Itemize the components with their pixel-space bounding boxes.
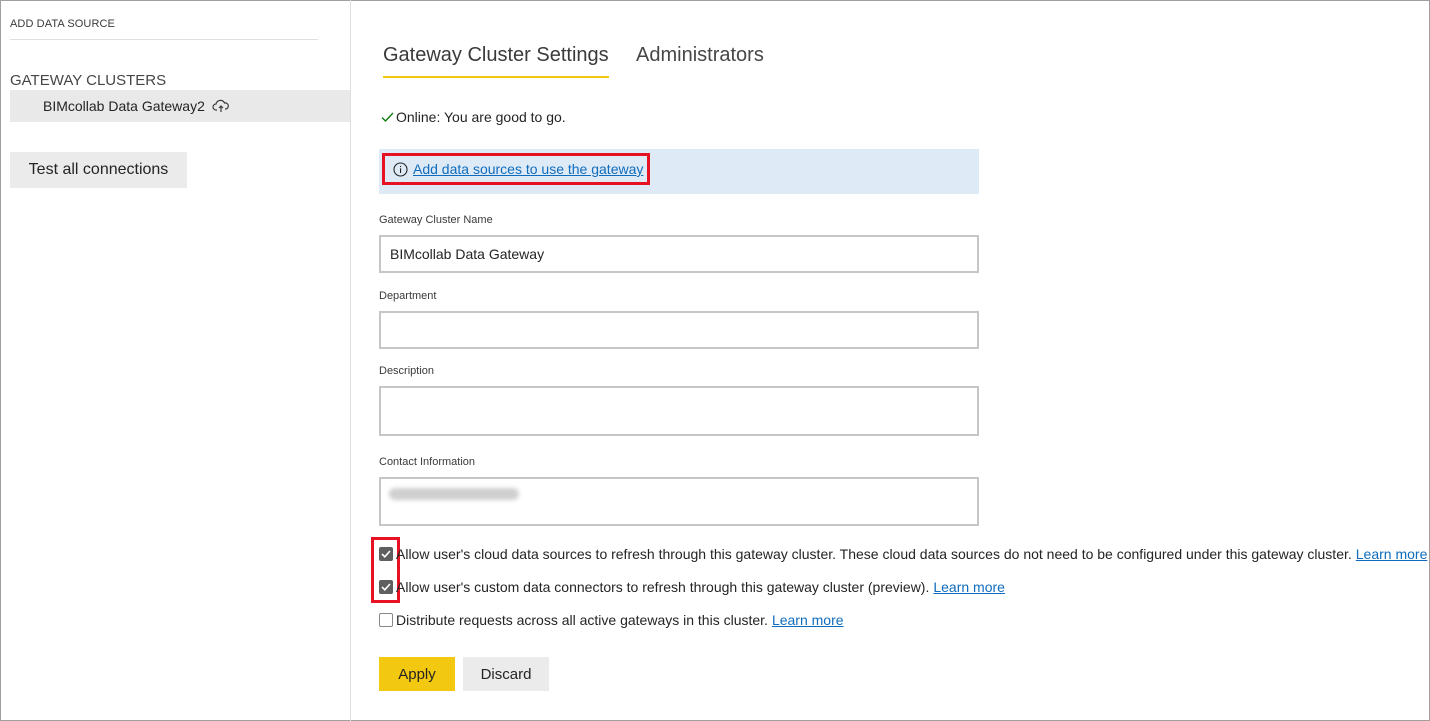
description-textarea[interactable] — [379, 386, 979, 436]
gateway-cluster-name-label: Gateway Cluster Name — [379, 214, 493, 226]
online-status: Online: You are good to go. — [381, 109, 566, 125]
sidebar-divider — [10, 39, 318, 40]
apply-button[interactable]: Apply — [379, 657, 455, 691]
tab-administrators[interactable]: Administrators — [636, 44, 764, 67]
info-banner: Add data sources to use the gateway — [379, 149, 979, 194]
add-data-sources-link[interactable]: Add data sources to use the gateway — [413, 161, 643, 177]
custom-connectors-checkbox[interactable] — [379, 580, 393, 594]
cluster-name-label: BIMcollab Data Gateway2 — [43, 98, 205, 114]
gateway-cluster-name-input[interactable] — [379, 235, 979, 273]
department-input[interactable] — [379, 311, 979, 349]
option-text: Distribute requests across all active ga… — [396, 612, 768, 628]
option-custom-connectors: Allow user's custom data connectors to r… — [379, 579, 1005, 595]
contact-information-input[interactable] — [379, 477, 979, 526]
checkmark-icon — [381, 112, 394, 123]
info-icon — [393, 161, 408, 177]
option-cloud-data-sources: Allow user's cloud data sources to refre… — [379, 546, 1427, 562]
distribute-requests-checkbox[interactable] — [379, 613, 393, 627]
option-text: Allow user's custom data connectors to r… — [396, 579, 930, 595]
contact-information-label: Contact Information — [379, 456, 475, 468]
test-all-connections-button[interactable]: Test all connections — [10, 152, 187, 188]
discard-button[interactable]: Discard — [463, 657, 549, 691]
gateway-clusters-heading: GATEWAY CLUSTERS — [10, 72, 167, 89]
sidebar: ADD DATA SOURCE GATEWAY CLUSTERS BIMcoll… — [0, 0, 351, 721]
option-text: Allow user's cloud data sources to refre… — [396, 546, 1352, 562]
learn-more-link[interactable]: Learn more — [772, 612, 844, 628]
cloud-upload-icon — [212, 99, 230, 113]
description-label: Description — [379, 365, 435, 377]
sidebar-item-gateway-cluster[interactable]: BIMcollab Data Gateway2 — [10, 90, 350, 122]
tab-gateway-cluster-settings[interactable]: Gateway Cluster Settings — [383, 44, 609, 78]
highlight-box: Add data sources to use the gateway — [382, 153, 650, 185]
contact-information-redacted — [389, 488, 519, 500]
add-data-source-link[interactable]: ADD DATA SOURCE — [10, 18, 115, 30]
cloud-sources-checkbox[interactable] — [379, 547, 393, 561]
learn-more-link[interactable]: Learn more — [933, 579, 1005, 595]
option-distribute-requests: Distribute requests across all active ga… — [379, 612, 844, 628]
department-label: Department — [379, 290, 437, 302]
status-text: Online: You are good to go. — [396, 109, 566, 125]
learn-more-link[interactable]: Learn more — [1356, 546, 1428, 562]
